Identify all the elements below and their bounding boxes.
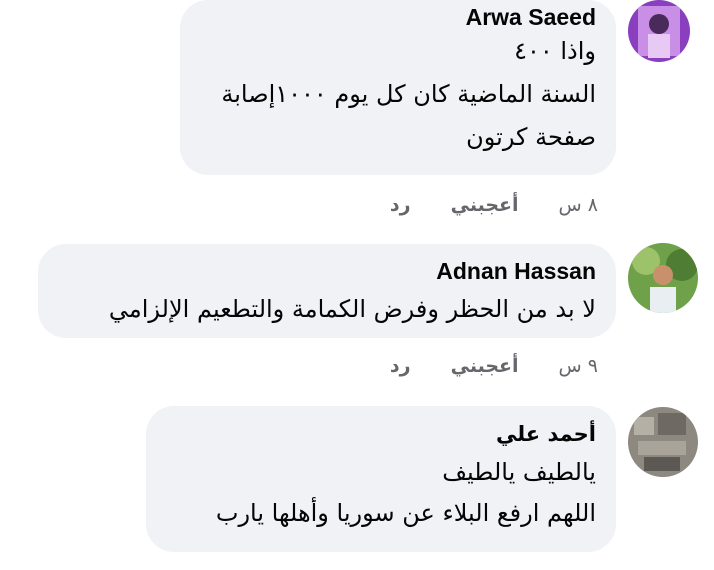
comment-actions: ٩ س أعجبني رد bbox=[390, 355, 598, 377]
comment-text-line: واذا ٤٠٠ bbox=[514, 37, 596, 65]
user-photo-icon bbox=[628, 0, 690, 62]
comment-bubble: أحمد علي يالطيف يالطيف اللهم ارفع البلاء… bbox=[146, 406, 616, 552]
avatar[interactable] bbox=[628, 243, 698, 313]
reply-link[interactable]: رد bbox=[390, 194, 411, 216]
comment-bubble: Adnan Hassan لا بد من الحظر وفرض الكمامة… bbox=[38, 244, 616, 338]
comment-timestamp[interactable]: ٨ س bbox=[559, 194, 598, 216]
comment-text-line: اللهم ارفع البلاء عن سوريا وأهلها يارب bbox=[215, 498, 596, 527]
comment-bubble: Arwa Saeed واذا ٤٠٠ السنة الماضية كان كل… bbox=[180, 0, 616, 175]
comment-text-line: لا بد من الحظر وفرض الكمامة والتطعيم الإ… bbox=[108, 295, 596, 323]
comment-text-line: السنة الماضية كان كل يوم ١٠٠٠إصابة bbox=[221, 79, 596, 108]
like-link[interactable]: أعجبني bbox=[451, 355, 519, 377]
avatar[interactable] bbox=[628, 0, 690, 62]
reply-link[interactable]: رد bbox=[390, 355, 411, 377]
comment-text-line: صفحة كرتون bbox=[466, 122, 596, 151]
comment-author[interactable]: Arwa Saeed bbox=[200, 4, 596, 31]
user-photo-icon bbox=[628, 407, 698, 477]
like-link[interactable]: أعجبني bbox=[451, 194, 519, 216]
comment-text-line: يالطيف يالطيف bbox=[442, 458, 596, 486]
avatar[interactable] bbox=[628, 407, 698, 477]
comment-author[interactable]: أحمد علي bbox=[166, 422, 596, 446]
comment-author[interactable]: Adnan Hassan bbox=[58, 258, 596, 285]
comment-actions: ٨ س أعجبني رد bbox=[390, 194, 598, 216]
comment-timestamp[interactable]: ٩ س bbox=[559, 355, 598, 377]
user-photo-icon bbox=[628, 243, 698, 313]
